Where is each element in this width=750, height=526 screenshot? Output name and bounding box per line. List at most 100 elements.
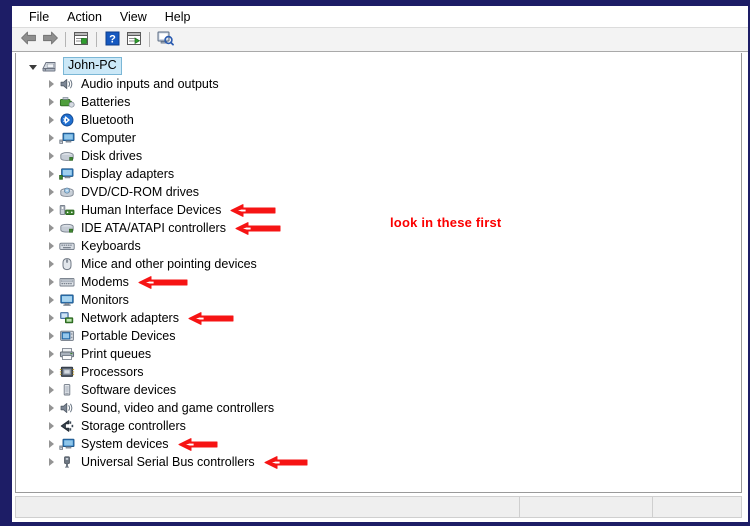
menu-help[interactable]: Help [156, 8, 200, 26]
tree-item-label: Human Interface Devices [81, 203, 222, 217]
help-question-icon: ? [105, 31, 120, 49]
sound-controller-icon [58, 400, 76, 416]
software-device-icon [58, 382, 76, 398]
expander-closed-icon[interactable] [44, 221, 58, 235]
show-hidden-window-icon [126, 31, 142, 49]
tree-item-label: Processors [81, 365, 144, 379]
tree-item-ide-ata-atapi-controllers[interactable]: IDE ATA/ATAPI controllers [16, 219, 741, 237]
expander-closed-icon[interactable] [44, 167, 58, 181]
expander-closed-icon[interactable] [44, 257, 58, 271]
expander-closed-icon[interactable] [44, 149, 58, 163]
expander-closed-icon[interactable] [44, 293, 58, 307]
tree-item-system-devices[interactable]: System devices [16, 435, 741, 453]
expander-closed-icon[interactable] [44, 401, 58, 415]
tree-item-label: Bluetooth [81, 113, 134, 127]
tree-item-keyboards[interactable]: Keyboards [16, 237, 741, 255]
tree-item-mice-and-other-pointing-devices[interactable]: Mice and other pointing devices [16, 255, 741, 273]
tree-item-sound-video-and-game-controllers[interactable]: Sound, video and game controllers [16, 399, 741, 417]
tree-item-software-devices[interactable]: Software devices [16, 381, 741, 399]
window-client-area: File Action View Help ? John-PC Audio in… [12, 6, 750, 522]
tree-item-disk-drives[interactable]: Disk drives [16, 147, 741, 165]
menu-file[interactable]: File [20, 8, 58, 26]
tree-item-label: Storage controllers [81, 419, 186, 433]
processor-icon [58, 364, 76, 380]
menu-view[interactable]: View [111, 8, 156, 26]
tree-root-john-pc[interactable]: John-PC [16, 57, 741, 75]
toolbar-back-button[interactable] [17, 30, 39, 50]
display-adapter-icon [58, 166, 76, 182]
toolbar: ? [12, 28, 748, 52]
expander-closed-icon[interactable] [44, 77, 58, 91]
tree-item-label: Print queues [81, 347, 152, 361]
storage-controller-icon [58, 418, 76, 434]
ide-controller-icon [58, 220, 76, 236]
expander-closed-icon[interactable] [44, 113, 58, 127]
expander-open-icon[interactable] [26, 59, 40, 73]
menu-action[interactable]: Action [58, 8, 111, 26]
tree-item-dvd-cd-rom-drives[interactable]: DVD/CD-ROM drives [16, 183, 741, 201]
tree-item-print-queues[interactable]: Print queues [16, 345, 741, 363]
expander-closed-icon[interactable] [44, 383, 58, 397]
expander-closed-icon[interactable] [44, 203, 58, 217]
status-bar [15, 496, 742, 518]
tree-item-label: Disk drives [81, 149, 143, 163]
tree-item-label: DVD/CD-ROM drives [81, 185, 200, 199]
toolbar-scan-button[interactable] [154, 30, 176, 50]
portable-device-icon [58, 328, 76, 344]
tree-item-storage-controllers[interactable]: Storage controllers [16, 417, 741, 435]
tree-item-computer[interactable]: Computer [16, 129, 741, 147]
expander-closed-icon[interactable] [44, 275, 58, 289]
expander-closed-icon[interactable] [44, 347, 58, 361]
expander-closed-icon[interactable] [44, 95, 58, 109]
tree-item-label: Computer [81, 131, 136, 145]
expander-closed-icon[interactable] [44, 131, 58, 145]
expander-closed-icon[interactable] [44, 437, 58, 451]
monitor-icon [58, 130, 76, 146]
disk-drive-icon [58, 148, 76, 164]
battery-icon [58, 94, 76, 110]
tree-item-label: Keyboards [81, 239, 141, 253]
expander-closed-icon[interactable] [44, 365, 58, 379]
computer-tower-icon [40, 58, 58, 74]
scan-hardware-changes-icon [157, 30, 174, 49]
tree-item-network-adapters[interactable]: Network adapters [16, 309, 741, 327]
device-tree: John-PC Audio inputs and outputs Batterie… [16, 53, 741, 471]
properties-window-icon [73, 31, 89, 49]
menu-bar: File Action View Help [12, 6, 748, 28]
toolbar-properties-button[interactable] [70, 30, 92, 50]
status-segment-main [16, 497, 520, 517]
tree-item-label: Monitors [81, 293, 129, 307]
expander-closed-icon[interactable] [44, 239, 58, 253]
monitor-screen-icon [58, 292, 76, 308]
tree-item-label: System devices [81, 437, 169, 451]
keyboard-icon [58, 238, 76, 254]
toolbar-help-button[interactable]: ? [101, 30, 123, 50]
device-tree-panel[interactable]: John-PC Audio inputs and outputs Batterie… [15, 53, 742, 493]
network-adapter-icon [58, 310, 76, 326]
toolbar-separator-1 [65, 32, 66, 47]
tree-item-human-interface-devices[interactable]: Human Interface Devices [16, 201, 741, 219]
tree-item-audio-inputs-and-outputs[interactable]: Audio inputs and outputs [16, 75, 741, 93]
tree-item-universal-serial-bus-controllers[interactable]: Universal Serial Bus controllers [16, 453, 741, 471]
tree-item-processors[interactable]: Processors [16, 363, 741, 381]
toolbar-separator-3 [149, 32, 150, 47]
dvd-drive-icon [58, 184, 76, 200]
toolbar-forward-button[interactable] [39, 30, 61, 50]
tree-item-display-adapters[interactable]: Display adapters [16, 165, 741, 183]
expander-closed-icon[interactable] [44, 329, 58, 343]
tree-item-batteries[interactable]: Batteries [16, 93, 741, 111]
expander-closed-icon[interactable] [44, 455, 58, 469]
expander-closed-icon[interactable] [44, 185, 58, 199]
tree-item-monitors[interactable]: Monitors [16, 291, 741, 309]
tree-item-label: Portable Devices [81, 329, 176, 343]
tree-item-modems[interactable]: Modems [16, 273, 741, 291]
bluetooth-icon [58, 112, 76, 128]
toolbar-separator-2 [96, 32, 97, 47]
expander-closed-icon[interactable] [44, 419, 58, 433]
toolbar-show-hidden-button[interactable] [123, 30, 145, 50]
expander-closed-icon[interactable] [44, 311, 58, 325]
tree-item-label: Mice and other pointing devices [81, 257, 257, 271]
tree-item-portable-devices[interactable]: Portable Devices [16, 327, 741, 345]
status-segment-3 [653, 497, 741, 517]
tree-item-bluetooth[interactable]: Bluetooth [16, 111, 741, 129]
